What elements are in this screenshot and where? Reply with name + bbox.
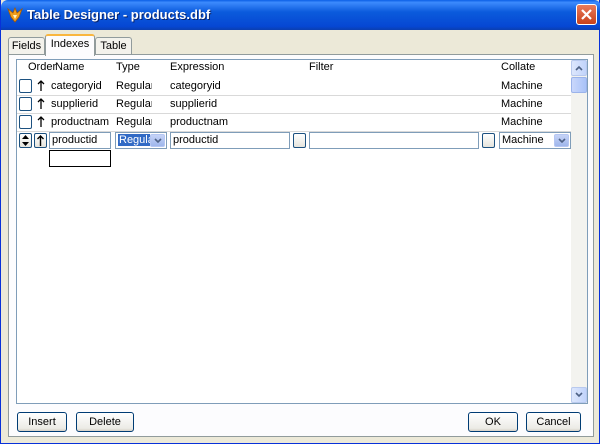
cancel-button[interactable]: Cancel <box>526 412 581 432</box>
new-index-name-input[interactable] <box>49 150 111 167</box>
index-expression: supplierid <box>170 98 218 110</box>
index-name: supplierid <box>51 98 99 110</box>
expression-builder-button[interactable] <box>293 133 306 148</box>
delete-button[interactable]: Delete <box>76 412 134 432</box>
chevron-up-icon <box>575 65 583 71</box>
column-header-order: Order <box>28 61 57 73</box>
index-row[interactable]: productnam Regular productnam Machine <box>17 114 573 131</box>
tab-indexes[interactable]: Indexes <box>45 34 95 56</box>
index-expression: categoryid <box>170 80 221 92</box>
index-filter-input[interactable] <box>309 132 479 149</box>
up-down-arrow-icon <box>22 135 29 146</box>
scroll-down-button[interactable] <box>571 387 587 403</box>
scroll-up-button[interactable] <box>571 60 587 76</box>
chevron-down-icon <box>558 138 566 144</box>
ok-button[interactable]: OK <box>468 412 518 432</box>
table-designer-window: Table Designer - products.dbf Fields Ind… <box>0 0 600 444</box>
order-direction-button[interactable] <box>34 133 47 148</box>
close-icon <box>581 9 592 20</box>
index-type: Regular <box>116 80 152 92</box>
collate-dropdown-button[interactable] <box>554 134 569 147</box>
order-checkbox[interactable] <box>19 97 32 111</box>
ascending-arrow-icon <box>37 135 44 146</box>
indexes-tab-page: Order Name Type Expression Filter Collat… <box>8 54 594 437</box>
indexes-grid: Order Name Type Expression Filter Collat… <box>16 59 588 404</box>
index-type-select[interactable]: Regular <box>115 132 167 149</box>
window-title: Table Designer - products.dbf <box>27 7 211 22</box>
column-header-filter: Filter <box>309 61 334 73</box>
column-header-type: Type <box>116 61 140 73</box>
ascending-arrow-icon <box>37 80 45 91</box>
index-type: Regular <box>116 98 152 110</box>
index-name: productnam <box>51 116 110 128</box>
tab-fields[interactable]: Fields <box>8 37 45 55</box>
filter-builder-button[interactable] <box>482 133 495 148</box>
index-collate: Machine <box>501 98 543 110</box>
index-type-value: Regular <box>118 134 150 146</box>
column-header-name: Name <box>55 61 85 73</box>
index-collate-select[interactable]: Machine <box>499 132 571 149</box>
chevron-down-icon <box>154 138 162 144</box>
index-row[interactable]: categoryid Regular categoryid Machine <box>17 78 573 95</box>
index-expression-input[interactable]: productid <box>170 132 290 149</box>
order-checkbox[interactable] <box>19 115 32 129</box>
column-header-expression: Expression <box>170 61 225 73</box>
index-type: Regular <box>116 116 152 128</box>
tab-table[interactable]: Table <box>95 37 132 55</box>
index-edit-row[interactable]: productid Regular productid Machine <box>17 132 573 152</box>
scroll-thumb[interactable] <box>571 77 587 93</box>
fox-app-icon <box>7 6 23 23</box>
title-bar[interactable]: Table Designer - products.dbf <box>1 0 600 30</box>
chevron-down-icon <box>575 392 583 398</box>
ascending-arrow-icon <box>37 98 45 109</box>
index-collate-value: Machine <box>502 134 544 146</box>
index-row[interactable]: supplierid Regular supplierid Machine <box>17 96 573 113</box>
close-button[interactable] <box>576 4 597 25</box>
index-collate: Machine <box>501 116 543 128</box>
column-header-collate: Collate <box>501 61 536 73</box>
index-collate: Machine <box>501 80 543 92</box>
order-checkbox[interactable] <box>19 79 32 93</box>
insert-button[interactable]: Insert <box>17 412 67 432</box>
vertical-scrollbar[interactable] <box>571 60 587 403</box>
type-dropdown-button[interactable] <box>150 134 165 147</box>
index-name: categoryid <box>51 80 102 92</box>
mover-button[interactable] <box>19 133 32 148</box>
ascending-arrow-icon <box>37 116 45 127</box>
index-name-input[interactable]: productid <box>49 132 111 149</box>
index-expression: productnam <box>170 116 229 128</box>
